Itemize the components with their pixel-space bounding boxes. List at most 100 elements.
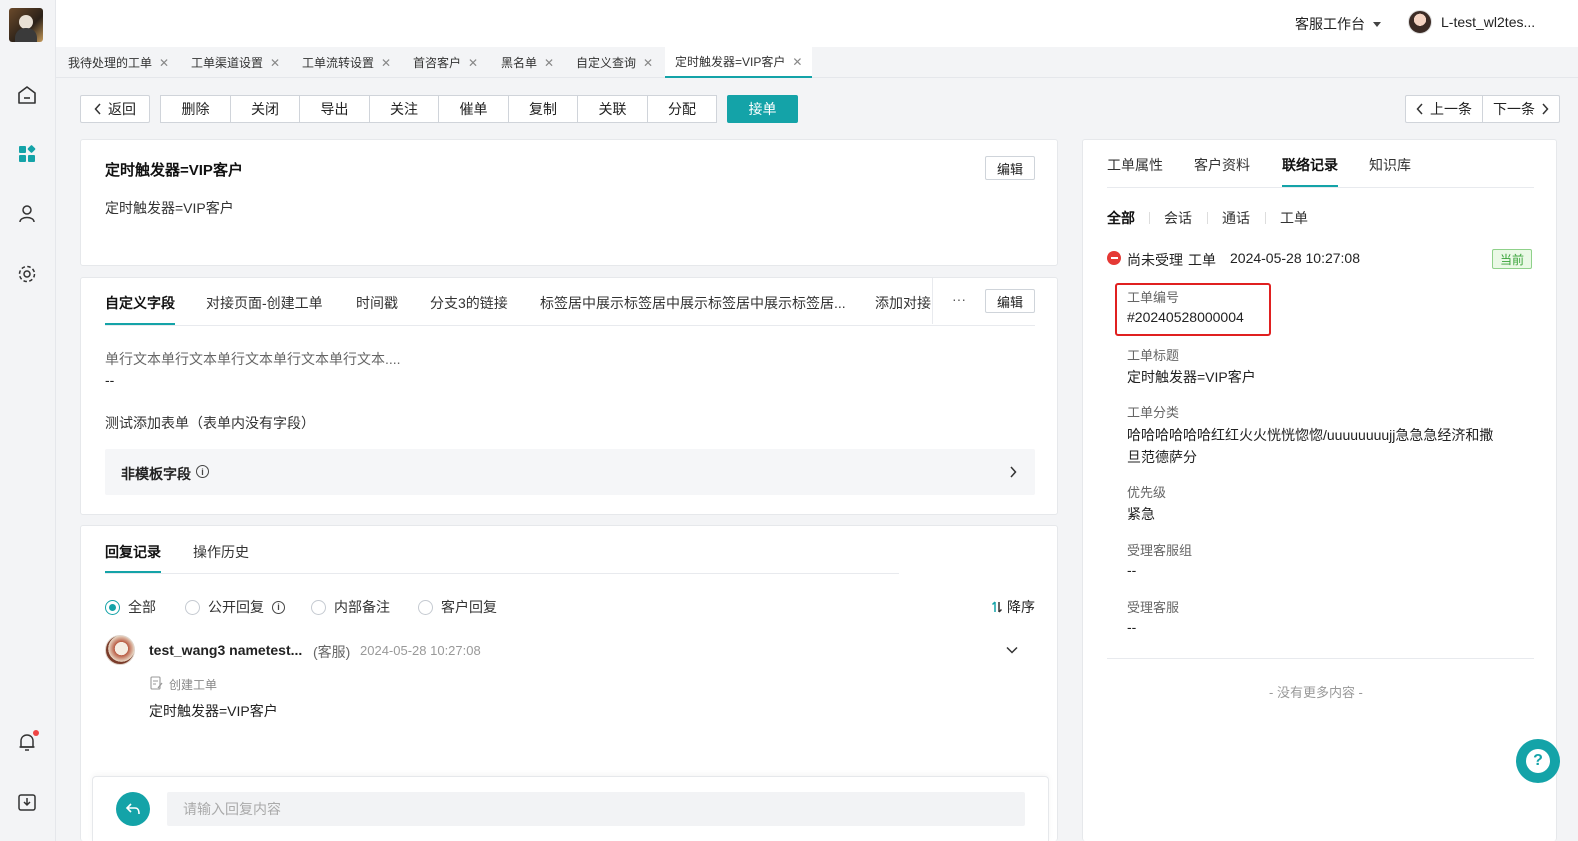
close-icon[interactable]: ✕ <box>792 55 802 69</box>
ticket-title-value: 定时触发器=VIP客户 <box>1127 369 1256 385</box>
close-ticket-button[interactable]: 关闭 <box>230 95 300 123</box>
reply-button[interactable] <box>116 792 150 826</box>
tab-blacklist[interactable]: 黑名单 ✕ <box>501 47 554 78</box>
tab-branch-link[interactable]: 分支3的链接 <box>430 293 508 313</box>
tab-custom-fields[interactable]: 自定义字段 <box>105 293 175 313</box>
divider <box>1107 187 1534 188</box>
reply-time: 2024-05-28 10:27:08 <box>360 643 481 658</box>
priority-label: 优先级 <box>1127 485 1167 500</box>
tab-timestamp[interactable]: 时间戳 <box>356 293 398 313</box>
settings-icon[interactable] <box>14 261 40 287</box>
link-button[interactable]: 关联 <box>577 95 648 123</box>
service-agent-label: 受理客服 <box>1127 600 1180 615</box>
subtab-ticket[interactable]: 工单 <box>1280 208 1308 228</box>
edit-document-icon <box>150 676 163 690</box>
tab-reply-records[interactable]: 回复记录 <box>105 542 161 562</box>
close-icon[interactable]: ✕ <box>159 56 169 70</box>
tab-flow-settings[interactable]: 工单流转设置 ✕ <box>302 47 391 78</box>
non-template-fields-row[interactable]: 非模板字段 i <box>105 449 1035 495</box>
tab-knowledge-base[interactable]: 知识库 <box>1369 155 1411 175</box>
previous-button[interactable]: 上一条 <box>1405 95 1483 123</box>
copy-button[interactable]: 复制 <box>508 95 578 123</box>
sort-button[interactable]: 降序 <box>991 597 1035 617</box>
radio-unchecked <box>185 599 200 615</box>
tab-label-center[interactable]: 标签居中展示标签居中展示标签居中展示标签居... <box>540 293 846 313</box>
tab-vip-trigger[interactable]: 定时触发器=VIP客户 ✕ <box>665 47 813 78</box>
more-tabs-button[interactable]: ··· <box>952 291 966 307</box>
tab-add-integration[interactable]: 添加对接 <box>875 293 932 313</box>
record-status: 尚未受理 <box>1127 252 1183 268</box>
ticket-title-label: 工单标题 <box>1127 348 1180 363</box>
close-icon[interactable]: ✕ <box>270 56 280 70</box>
subtab-call[interactable]: 通话 <box>1222 208 1250 228</box>
tab-ticket-properties[interactable]: 工单属性 <box>1107 155 1163 175</box>
agent-avatar <box>105 635 135 665</box>
workspace-switcher[interactable]: 客服工作台 <box>1295 14 1381 34</box>
user-icon[interactable] <box>14 201 40 227</box>
next-label: 下一条 <box>1493 101 1535 117</box>
back-button[interactable]: 返回 <box>80 95 150 123</box>
app-logo[interactable] <box>9 8 43 42</box>
filter-label: 公开回复 <box>208 599 264 615</box>
next-button[interactable]: 下一条 <box>1482 95 1560 123</box>
sort-label: 降序 <box>1007 599 1035 615</box>
edit-ticket-button[interactable]: 编辑 <box>985 156 1035 180</box>
ticket-number-label: 工单编号 <box>1127 290 1180 305</box>
ticket-header-card: 定时触发器=VIP客户 编辑 定时触发器=VIP客户 <box>80 139 1058 266</box>
filter-customer-reply-radio[interactable]: 客户回复 <box>418 597 497 617</box>
chevron-left-icon <box>94 103 101 115</box>
notification-bell-icon[interactable] <box>14 729 40 755</box>
accept-ticket-button[interactable]: 接单 <box>727 95 798 123</box>
filter-all-radio[interactable]: 全部 <box>105 597 156 617</box>
help-button[interactable]: ? <box>1516 739 1560 783</box>
follow-button[interactable]: 关注 <box>369 95 439 123</box>
test-form-label: 测试添加表单（表单内没有字段） <box>105 415 315 431</box>
page-tabs: 我待处理的工单 ✕ 工单渠道设置 ✕ 工单流转设置 ✕ 首咨客户 ✕ 黑名单 ✕ 自定义查… <box>56 47 1578 78</box>
record-time: 2024-05-28 10:27:08 <box>1230 250 1360 266</box>
service-group-label: 受理客服组 <box>1127 543 1193 558</box>
subtab-conversation[interactable]: 会话 <box>1164 208 1192 228</box>
filter-public-reply-radio[interactable]: 公开回复 i <box>185 597 285 617</box>
filter-internal-note-radio[interactable]: 内部备注 <box>311 597 390 617</box>
sidebar <box>0 0 56 841</box>
urge-button[interactable]: 催单 <box>438 95 509 123</box>
delete-button[interactable]: 删除 <box>160 95 231 123</box>
tab-contact-records[interactable]: 联络记录 <box>1282 155 1338 175</box>
workspace-label: 客服工作台 <box>1295 16 1365 32</box>
info-icon[interactable]: i <box>272 600 285 614</box>
close-icon[interactable]: ✕ <box>468 56 478 70</box>
download-icon[interactable] <box>14 789 40 815</box>
reply-arrow-icon <box>125 803 140 815</box>
notification-dot <box>33 730 39 736</box>
chevron-right-icon <box>1542 103 1549 115</box>
tab-customer-info[interactable]: 客户资料 <box>1194 155 1250 175</box>
tab-first-customers[interactable]: 首咨客户 ✕ <box>413 47 478 78</box>
divider <box>105 573 899 574</box>
previous-label: 上一条 <box>1430 101 1472 117</box>
subtab-all[interactable]: 全部 <box>1107 208 1135 228</box>
edit-fields-button[interactable]: 编辑 <box>985 289 1035 313</box>
tab-label: 我待处理的工单 <box>68 56 153 70</box>
question-icon: ? <box>1526 749 1550 773</box>
close-icon[interactable]: ✕ <box>381 56 391 70</box>
info-icon[interactable]: i <box>196 465 209 478</box>
tab-operation-history[interactable]: 操作历史 <box>193 542 249 562</box>
export-button[interactable]: 导出 <box>299 95 370 123</box>
assign-button[interactable]: 分配 <box>647 95 717 123</box>
user-menu[interactable]: L-test_wl2tes... <box>1408 10 1535 34</box>
home-icon[interactable] <box>14 82 40 108</box>
expand-chevron-down-icon[interactable] <box>1006 646 1018 654</box>
chevron-down-icon <box>1373 21 1381 27</box>
apps-icon[interactable] <box>14 141 40 167</box>
reply-author-role: (客服) <box>313 644 351 660</box>
close-icon[interactable]: ✕ <box>544 56 554 70</box>
separator <box>1265 212 1266 224</box>
tab-custom-query[interactable]: 自定义查询 ✕ <box>576 47 653 78</box>
single-text-value: -- <box>105 372 115 388</box>
tab-channel-settings[interactable]: 工单渠道设置 ✕ <box>191 47 280 78</box>
tab-my-tickets[interactable]: 我待处理的工单 ✕ <box>68 47 169 78</box>
close-icon[interactable]: ✕ <box>643 56 653 70</box>
tab-label: 定时触发器=VIP客户 <box>675 55 786 69</box>
tab-create-ticket-page[interactable]: 对接页面-创建工单 <box>206 293 323 313</box>
reply-input[interactable]: 请输入回复内容 <box>167 792 1025 826</box>
